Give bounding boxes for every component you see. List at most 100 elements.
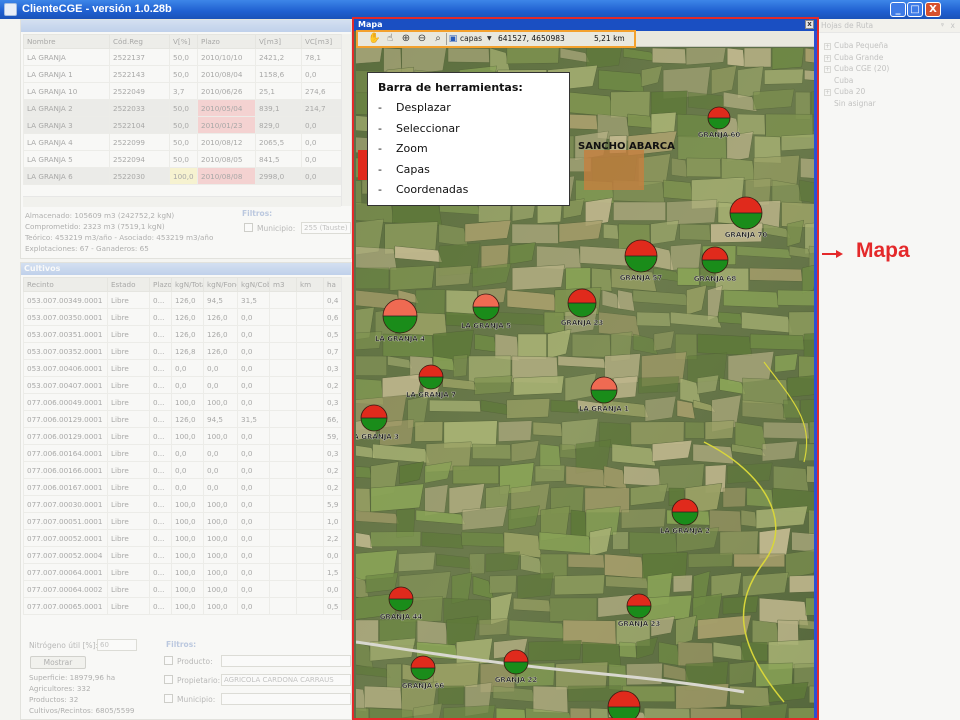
cultivos-col-header[interactable]: m3 <box>269 277 297 292</box>
table-row[interactable]: 053.007.00352.0001 Libre 0... 126,8 126,0 0,0… <box>23 342 342 360</box>
expand-icon[interactable]: + <box>824 43 831 50</box>
tree-item[interactable]: + Cuba Grande <box>824 53 883 62</box>
tree-item[interactable]: +Sin asignar <box>824 99 876 108</box>
table-row[interactable]: 053.007.00351.0001 Libre 0... 126,0 126,0 0,0… <box>23 325 342 343</box>
table-row[interactable]: 053.007.00406.0001 Libre 0... 0,0 0,0 0,0 0,3 <box>23 359 342 377</box>
map-field <box>605 575 649 589</box>
table-row[interactable]: LA GRANJA 6 2522030 100,0 2010/08/08 2998,0 0… <box>23 167 342 185</box>
tanques-vscroll[interactable] <box>341 34 351 206</box>
zoom-extent-icon[interactable]: ⌕ <box>432 33 444 45</box>
table-row[interactable]: 077.007.00065.0001 Libre 0... 100,0 100,0 0,0… <box>23 597 342 615</box>
tanques-col-header[interactable]: VC[m3] <box>301 34 342 49</box>
minimize-button[interactable]: _ <box>890 2 906 17</box>
table-row[interactable]: 077.006.00129.0001 Libre 0... 100,0 100,0 0,0… <box>23 427 342 445</box>
cultivos-col-header[interactable]: Plazo <box>149 277 172 292</box>
table-row[interactable]: 077.006.00164.0001 Libre 0... 0,0 0,0 0,0 0,3 <box>23 444 342 462</box>
table-row[interactable]: 077.006.00167.0001 Libre 0... 0,0 0,0 0,0 0,2 <box>23 478 342 496</box>
table-row[interactable]: 077.007.00064.0001 Libre 0... 100,0 100,0 0,0… <box>23 563 342 581</box>
table-cell: 126,0 <box>171 308 204 326</box>
cultivos-municipio-checkbox[interactable] <box>164 694 173 703</box>
table-row[interactable]: 077.007.00064.0002 Libre 0... 100,0 100,0 0,0… <box>23 580 342 598</box>
map-field <box>549 597 598 622</box>
table-row[interactable]: 077.006.00129.0001 Libre 0... 126,0 94,5 31,5… <box>23 410 342 428</box>
producto-checkbox[interactable] <box>164 656 173 665</box>
mostrar-button[interactable]: Mostrar <box>30 656 86 669</box>
table-row[interactable]: 077.007.00051.0001 Libre 0... 100,0 100,0 0,0… <box>23 512 342 530</box>
table-row[interactable]: 077.007.00030.0001 Libre 0... 100,0 100,0 0,0… <box>23 495 342 513</box>
pan-hand-icon[interactable]: ✋ <box>368 33 380 45</box>
tanques-col-header[interactable]: V[%] <box>169 34 198 49</box>
expand-icon[interactable]: + <box>824 66 831 73</box>
table-row[interactable]: 053.007.00349.0001 Libre 0... 126,0 94,5 31,5… <box>23 291 342 309</box>
table-row[interactable]: LA GRANJA 4 2522099 50,0 2010/08/12 2065,5 0,… <box>23 133 342 151</box>
municipio-select[interactable]: 255 (Tauste) <box>301 222 351 234</box>
tanques-col-header[interactable]: V[m3] <box>255 34 302 49</box>
table-row[interactable]: LA GRANJA 5 2522094 50,0 2010/08/05 841,5 0,0 <box>23 150 342 168</box>
table-cell: 0,0 <box>237 308 270 326</box>
table-cell: 100,0 <box>203 512 238 530</box>
close-button[interactable]: X <box>925 2 941 17</box>
cultivos-col-header[interactable]: km <box>296 277 324 292</box>
cultivos-col-header[interactable]: kgN/Total <box>171 277 204 292</box>
map-field <box>788 707 815 718</box>
tanques-hscroll[interactable] <box>23 196 341 207</box>
cultivos-col-header[interactable]: kgN/Cob <box>237 277 270 292</box>
table-row[interactable]: 077.006.00049.0001 Libre 0... 100,0 100,0 0,0… <box>23 393 342 411</box>
map-field <box>723 289 780 309</box>
tree-item[interactable]: + Cuba CGE (20) <box>824 64 889 73</box>
tanques-col-header[interactable]: Cód.Reg <box>109 34 170 49</box>
marker-label: LA GRANJA 3 <box>356 433 399 441</box>
table-cell: LA GRANJA 10 <box>23 82 110 100</box>
producto-select[interactable] <box>221 655 351 667</box>
table-cell: 0,0 <box>203 376 238 394</box>
expand-icon[interactable]: + <box>824 54 831 62</box>
tanques-col-header[interactable]: Nombre <box>23 34 110 49</box>
pin-icon[interactable]: ᵠ <box>941 21 944 30</box>
table-row[interactable]: 077.006.00166.0001 Libre 0... 0,0 0,0 0,0 0,2 <box>23 461 342 479</box>
map-scrollbar[interactable] <box>814 31 817 718</box>
map-field <box>429 399 481 413</box>
cultivos-municipio-select[interactable] <box>221 693 351 705</box>
table-row[interactable]: LA GRANJA 2 2522033 50,0 2010/05/04 839,1 214… <box>23 99 342 117</box>
zoom-in-icon[interactable]: ⊕ <box>400 33 412 45</box>
table-cell: 126,0 <box>171 410 204 428</box>
table-row[interactable]: LA GRANJA 2522137 50,0 2010/10/10 2421,2 78,1 <box>23 48 342 66</box>
select-hand-icon[interactable]: ☝ <box>384 33 396 45</box>
cultivos-col-header[interactable]: ha <box>323 277 342 292</box>
cultivos-vscroll[interactable] <box>341 277 351 620</box>
table-row[interactable]: LA GRANJA 3 2522104 50,0 2010/01/23 829,0 0,0 <box>23 116 342 134</box>
municipio-checkbox[interactable] <box>244 223 253 232</box>
table-row[interactable]: 053.007.00407.0001 Libre 0... 0,0 0,0 0,0 0,2 <box>23 376 342 394</box>
tree-item[interactable]: +Cuba <box>824 76 853 85</box>
propietario-checkbox[interactable] <box>164 675 173 684</box>
map-field <box>511 223 559 244</box>
cultivos-col-header[interactable]: kgN/Fond <box>203 277 238 292</box>
table-row[interactable]: 053.007.00350.0001 Libre 0... 126,0 126,0 0,0… <box>23 308 342 326</box>
farm-marker[interactable] <box>607 690 641 718</box>
propietario-select[interactable]: AGRICOLA CARDONA CARRAUS <box>221 674 351 686</box>
map-field <box>684 421 705 439</box>
nitrogeno-input[interactable]: 60 <box>97 639 137 651</box>
map-toolbar: ✋ ☝ ⊕ ⊖ ⌕ ▣ capas ▼ 641527, 4650983 5,21… <box>356 30 815 48</box>
layers-dropdown-arrow[interactable]: ▼ <box>487 33 492 45</box>
map-field <box>370 531 422 547</box>
layers-dropdown[interactable]: capas <box>460 33 502 45</box>
map-field <box>590 707 609 718</box>
cultivos-col-header[interactable]: Estado <box>107 277 150 292</box>
table-row[interactable]: LA GRANJA 10 2522049 3,7 2010/06/26 25,1 274,… <box>23 82 342 100</box>
cultivos-col-header[interactable]: Recinto <box>23 277 108 292</box>
table-row[interactable]: 077.007.00052.0004 Libre 0... 100,0 100,0 0,0… <box>23 546 342 564</box>
table-cell: 2010/06/26 <box>197 82 256 100</box>
tree-item[interactable]: + Cuba Pequeña <box>824 41 888 50</box>
table-cell: 1,5 <box>323 563 342 581</box>
maximize-button[interactable]: □ <box>907 2 923 17</box>
table-row[interactable]: LA GRANJA 1 2522143 50,0 2010/08/04 1158,6 0,… <box>23 65 342 83</box>
tanques-col-header[interactable]: Plazo <box>197 34 256 49</box>
close-icon[interactable]: x <box>951 21 955 30</box>
tree-item[interactable]: + Cuba 20 <box>824 87 865 96</box>
table-cell: 100,0 <box>171 546 204 564</box>
zoom-out-icon[interactable]: ⊖ <box>416 33 428 45</box>
expand-icon[interactable]: + <box>824 89 831 96</box>
map-close-icon[interactable]: x <box>805 20 814 29</box>
table-row[interactable]: 077.007.00052.0001 Libre 0... 100,0 100,0 0,0… <box>23 529 342 547</box>
